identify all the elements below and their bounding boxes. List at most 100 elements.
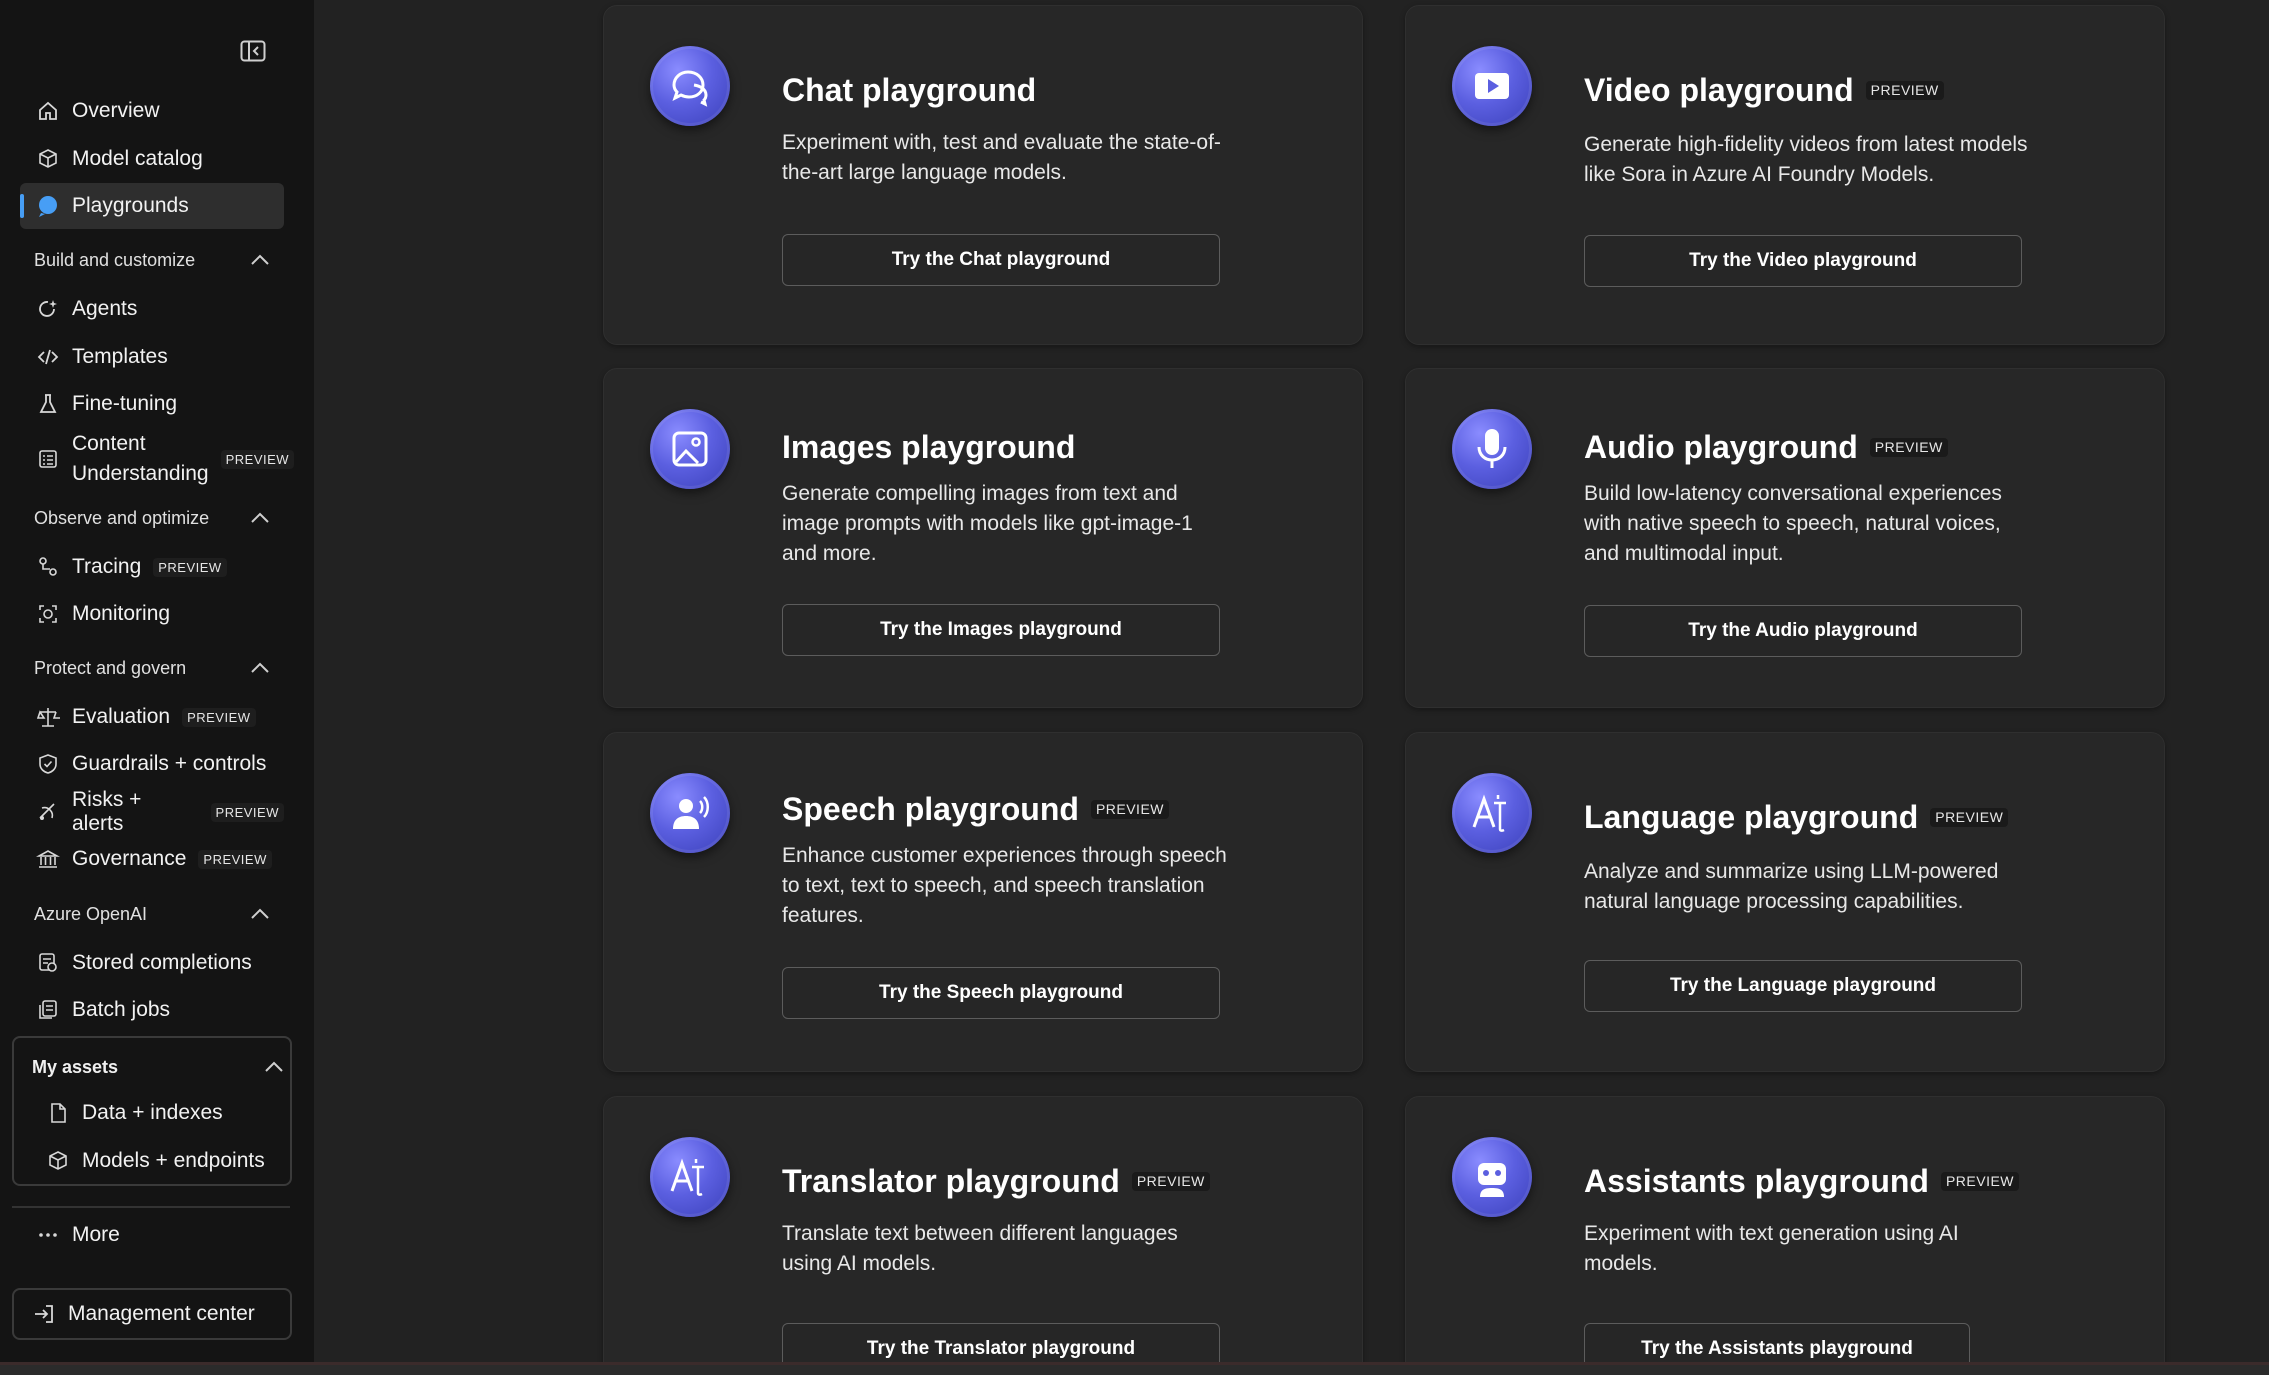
- sidebar-item-model-catalog[interactable]: Model catalog: [20, 136, 284, 182]
- sidebar-item-templates[interactable]: Templates: [20, 334, 284, 380]
- sidebar-item-data-indexes[interactable]: Data + indexes: [22, 1090, 284, 1136]
- building-columns-icon: [34, 845, 62, 873]
- language-playground-card: Language playground PREVIEW Analyze and s…: [1405, 732, 2165, 1072]
- sidebar-item-stored-completions[interactable]: Stored completions: [20, 940, 284, 986]
- sidebar-item-fine-tuning[interactable]: Fine-tuning: [20, 381, 284, 427]
- section-observe-and-optimize[interactable]: Observe and optimize: [34, 501, 270, 535]
- stored-completions-icon: [34, 949, 62, 977]
- try-video-playground-button[interactable]: Try the Video playground: [1584, 235, 2022, 287]
- cube-icon: [34, 145, 62, 173]
- card-title: Assistants playground PREVIEW: [1584, 1163, 2020, 1200]
- sidebar-item-monitoring[interactable]: Monitoring: [20, 591, 284, 637]
- preview-badge: PREVIEW: [153, 557, 227, 577]
- sidebar-item-agents[interactable]: Agents: [20, 286, 284, 332]
- sidebar-item-models-endpoints[interactable]: Models + endpoints: [22, 1138, 284, 1184]
- chevron-up-icon: [251, 662, 269, 673]
- card-title: Video playground PREVIEW: [1584, 72, 1944, 109]
- preview-badge: PREVIEW: [1940, 1172, 2020, 1191]
- try-audio-playground-button[interactable]: Try the Audio playground: [1584, 605, 2022, 657]
- card-title: Images playground: [782, 429, 1075, 466]
- management-center-label: Management center: [68, 1302, 255, 1325]
- preview-badge: PREVIEW: [182, 707, 256, 727]
- chevron-up-icon: [251, 908, 269, 919]
- preview-badge: PREVIEW: [1930, 808, 2009, 827]
- preview-badge: PREVIEW: [1865, 81, 1944, 100]
- sidebar-item-evaluation[interactable]: Evaluation PREVIEW: [20, 694, 284, 740]
- collapse-sidebar-button[interactable]: [238, 38, 268, 64]
- card-title-text: Speech playground: [782, 791, 1079, 827]
- document-list-icon: [34, 445, 62, 473]
- monitoring-icon: [34, 600, 62, 628]
- preview-badge: PREVIEW: [210, 802, 284, 822]
- preview-badge: PREVIEW: [220, 449, 295, 469]
- chat-bubbles-icon: [650, 46, 730, 126]
- person-voice-icon: [650, 773, 730, 853]
- document-icon: [44, 1099, 72, 1127]
- sidebar-item-more[interactable]: More: [20, 1212, 284, 1258]
- sidebar-item-governance[interactable]: Governance PREVIEW: [20, 836, 284, 882]
- card-title-text: Images playground: [782, 429, 1076, 465]
- preview-badge: PREVIEW: [1131, 1172, 1210, 1191]
- sidebar-item-label: Monitoring: [72, 602, 171, 625]
- card-description: Experiment with text generation using AI…: [1584, 1222, 1959, 1275]
- beaker-icon: [34, 390, 62, 418]
- card-description: Translate text between different languag…: [782, 1222, 1178, 1275]
- section-label: Build and customize: [34, 249, 196, 270]
- alert-icon: [34, 798, 62, 826]
- sidebar-item-label: Content: [72, 432, 146, 455]
- sidebar-item-label: Tracing: [72, 555, 142, 578]
- card-description: Experiment with, test and evaluate the s…: [782, 131, 1221, 184]
- batch-icon: [34, 996, 62, 1024]
- sidebar-item-risks-alerts[interactable]: Risks + alerts PREVIEW: [20, 788, 284, 835]
- sidebar-item-label: Models + endpoints: [82, 1149, 265, 1172]
- audio-playground-card: Audio playground PREVIEW Build low-latenc…: [1405, 368, 2165, 708]
- agents-icon: [34, 295, 62, 323]
- translator-playground-card: Translator playground PREVIEW Translate t…: [603, 1096, 1363, 1375]
- tracing-icon: [34, 553, 62, 581]
- chat-bubble-icon: [34, 192, 62, 220]
- sidebar-item-overview[interactable]: Overview: [20, 88, 284, 134]
- sidebar-item-tracing[interactable]: Tracing PREVIEW: [20, 544, 284, 590]
- card-title: Speech playground PREVIEW: [782, 791, 1170, 828]
- sidebar-item-guardrails[interactable]: Guardrails + controls: [20, 741, 284, 787]
- try-images-playground-button[interactable]: Try the Images playground: [782, 604, 1220, 656]
- shield-icon: [34, 750, 62, 778]
- card-title-text: Chat playground: [782, 72, 1037, 108]
- sidebar-item-batch-jobs[interactable]: Batch jobs: [20, 987, 284, 1033]
- section-my-assets[interactable]: My assets: [32, 1050, 284, 1084]
- try-language-playground-button[interactable]: Try the Language playground: [1584, 960, 2022, 1012]
- section-label: My assets: [32, 1056, 119, 1077]
- card-title-text: Video playground: [1584, 72, 1854, 108]
- sidebar-item-label: Governance: [72, 847, 187, 870]
- sidebar-item-playgrounds[interactable]: Playgrounds: [20, 183, 284, 229]
- section-azure-openai[interactable]: Azure OpenAI: [34, 897, 270, 931]
- sidebar-item-label: Agents: [72, 297, 138, 320]
- sidebar-item-label: Overview: [72, 99, 160, 122]
- card-description: Generate compelling images from text and…: [782, 482, 1193, 565]
- image-icon: [650, 409, 730, 489]
- my-assets-group: My assets Data + indexes Models + endpoi…: [12, 1036, 292, 1186]
- sidebar-divider: [12, 1206, 290, 1208]
- more-horizontal-icon: [34, 1221, 62, 1249]
- sidebar-item-label: Stored completions: [72, 951, 252, 974]
- section-label: Azure OpenAI: [34, 903, 148, 924]
- sidebar-item-label: Batch jobs: [72, 998, 171, 1021]
- section-protect-and-govern[interactable]: Protect and govern: [34, 651, 270, 685]
- section-build-and-customize[interactable]: Build and customize: [34, 243, 270, 277]
- left-sidebar: Overview Model catalog Playgrounds Build…: [0, 0, 314, 1362]
- chevron-up-icon: [265, 1061, 283, 1072]
- card-description: Analyze and summarize using LLM-powered …: [1584, 860, 1999, 913]
- chevron-up-icon: [251, 254, 269, 265]
- preview-badge: PREVIEW: [1869, 438, 1948, 457]
- try-chat-playground-button[interactable]: Try the Chat playground: [782, 234, 1220, 286]
- card-title: Language playground PREVIEW: [1584, 799, 2009, 836]
- section-label: Protect and govern: [34, 657, 187, 678]
- card-description: Generate high-fidelity videos from lates…: [1584, 133, 2028, 186]
- microphone-icon: [1452, 409, 1532, 489]
- sidebar-item-label: Templates: [72, 345, 168, 368]
- sidebar-item-label: Evaluation: [72, 705, 171, 728]
- card-title: Chat playground: [782, 72, 1036, 109]
- sidebar-item-content-understanding[interactable]: Content Understanding PREVIEW: [20, 428, 295, 490]
- management-center-button[interactable]: Management center: [12, 1288, 292, 1340]
- try-speech-playground-button[interactable]: Try the Speech playground: [782, 967, 1220, 1019]
